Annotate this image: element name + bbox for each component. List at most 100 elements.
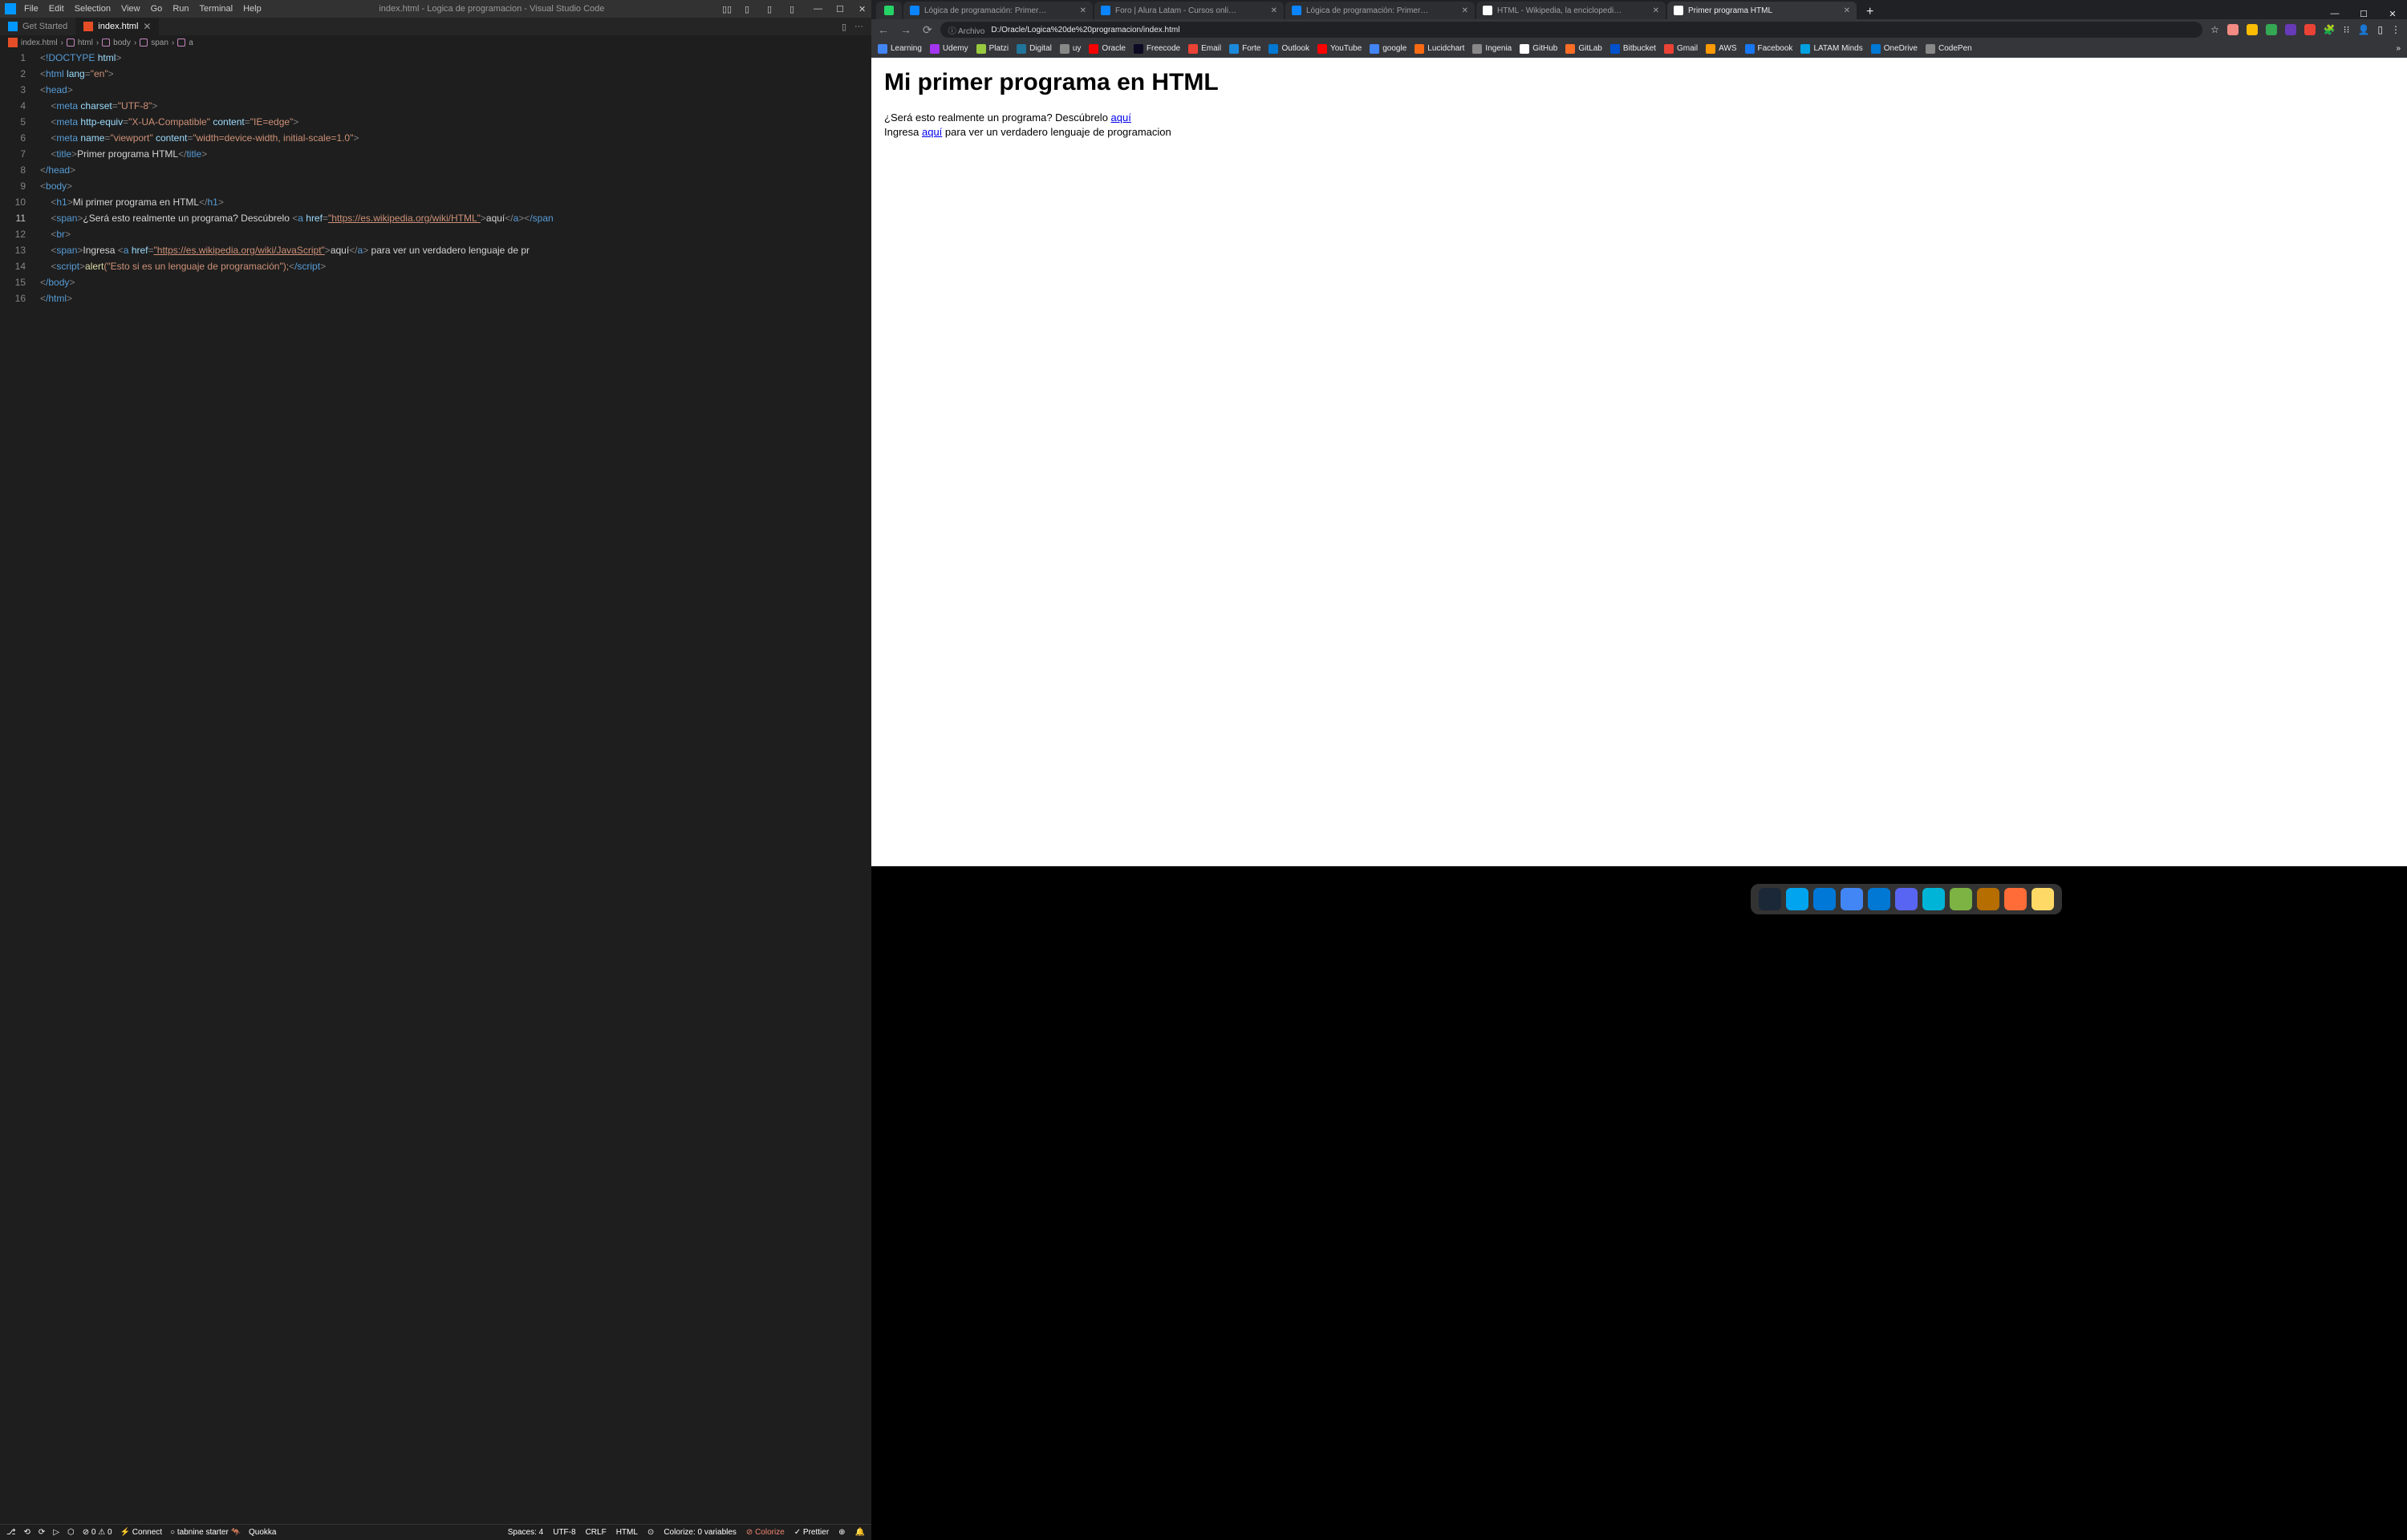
status-eol[interactable]: CRLF — [586, 1528, 607, 1537]
tab-close-icon[interactable]: ✕ — [143, 21, 151, 32]
menu-go[interactable]: Go — [151, 4, 163, 14]
tab-close-icon[interactable]: ✕ — [1653, 6, 1659, 15]
menu-edit[interactable]: Edit — [49, 4, 64, 14]
status-tabnine[interactable]: ○ tabnine starter 🦘 — [170, 1528, 241, 1537]
dock-app-icon[interactable] — [1759, 888, 1781, 910]
breadcrumb-item[interactable]: span — [151, 38, 168, 47]
menu-run[interactable]: Run — [173, 4, 189, 14]
bookmark-item[interactable]: Digital — [1017, 44, 1052, 54]
breadcrumb-item[interactable]: index.html — [21, 38, 58, 47]
tab-close-icon[interactable]: ✕ — [1844, 6, 1850, 15]
dock-app-icon[interactable] — [1922, 888, 1945, 910]
bookmark-item[interactable]: Outlook — [1268, 44, 1309, 54]
status-item[interactable]: ⊕ — [838, 1528, 845, 1537]
link-aqui-2[interactable]: aquí — [922, 126, 942, 138]
bookmark-item[interactable]: Bitbucket — [1610, 44, 1656, 54]
dock-app-icon[interactable] — [1868, 888, 1890, 910]
dock-app-icon[interactable] — [1813, 888, 1836, 910]
status-colorize-err[interactable]: ⊘ Colorize — [746, 1528, 785, 1537]
tab-get-started[interactable]: Get Started — [0, 18, 75, 35]
side-panel-icon[interactable]: ⁝⁝ — [2344, 24, 2350, 35]
breadcrumb-item[interactable]: a — [189, 38, 193, 47]
menu-terminal[interactable]: Terminal — [200, 4, 233, 14]
tab-alura-1[interactable]: Lógica de programación: Primer…✕ — [903, 2, 1093, 19]
status-prettier[interactable]: ✓ Prettier — [794, 1528, 829, 1537]
breadcrumb-item[interactable]: html — [78, 38, 93, 47]
status-item[interactable]: ⎇ — [6, 1528, 16, 1537]
link-aqui-1[interactable]: aquí — [1111, 111, 1131, 124]
menu-icon[interactable]: ⋮ — [2391, 24, 2401, 35]
bookmark-item[interactable]: uy — [1060, 44, 1082, 54]
status-problems[interactable]: ⊘ 0 ⚠ 0 — [83, 1528, 112, 1537]
dock-app-icon[interactable] — [1977, 888, 1999, 910]
code-content[interactable]: <!DOCTYPE html> <html lang="en"> <head> … — [40, 50, 871, 1524]
profile-icon[interactable]: 👤 — [2357, 24, 2369, 35]
dock-app-icon[interactable] — [2032, 888, 2054, 910]
reload-icon[interactable]: ⟳ — [923, 23, 932, 37]
menu-file[interactable]: File — [24, 4, 39, 14]
status-colorize[interactable]: Colorize: 0 variables — [664, 1528, 737, 1537]
status-item[interactable]: ▷ — [53, 1528, 59, 1537]
menu-selection[interactable]: Selection — [75, 4, 111, 14]
status-item[interactable]: ⊙ — [647, 1528, 654, 1537]
status-item[interactable]: ⟲ — [24, 1528, 30, 1537]
bookmark-item[interactable]: Oracle — [1089, 44, 1125, 54]
status-bell-icon[interactable]: 🔔 — [855, 1528, 865, 1537]
layout-icon[interactable]: ▯ — [767, 4, 775, 14]
tab-alura-2[interactable]: Lógica de programación: Primer…✕ — [1285, 2, 1475, 19]
dock-app-icon[interactable] — [1786, 888, 1808, 910]
bookmark-item[interactable]: CodePen — [1926, 44, 1972, 54]
bookmark-item[interactable]: AWS — [1706, 44, 1736, 54]
code-editor[interactable]: 12345678910111213141516 <!DOCTYPE html> … — [0, 50, 871, 1524]
tab-primer-programa[interactable]: Primer programa HTML✕ — [1667, 2, 1857, 19]
maximize-icon[interactable]: ☐ — [2349, 9, 2378, 19]
bookmark-item[interactable]: google — [1370, 44, 1406, 54]
maximize-icon[interactable]: ☐ — [836, 4, 844, 14]
bookmark-item[interactable]: LATAM Minds — [1800, 44, 1862, 54]
layout-icon[interactable]: ▯▯ — [722, 4, 730, 14]
panel-icon[interactable]: ▯ — [2377, 24, 2383, 35]
bookmark-item[interactable]: Lucidchart — [1415, 44, 1464, 54]
dock-app-icon[interactable] — [1841, 888, 1863, 910]
bookmark-item[interactable]: Freecode — [1134, 44, 1180, 54]
tab-index-html[interactable]: index.html ✕ — [75, 18, 159, 35]
extension-icon[interactable] — [2266, 24, 2277, 35]
layout-icon[interactable]: ▯ — [745, 4, 753, 14]
dock-app-icon[interactable] — [1895, 888, 1918, 910]
extension-icon[interactable] — [2247, 24, 2258, 35]
extension-icon[interactable] — [2227, 24, 2239, 35]
bookmark-item[interactable]: GitLab — [1565, 44, 1601, 54]
extensions-icon[interactable]: 🧩 — [2324, 24, 2336, 35]
new-tab-button[interactable]: + — [1858, 5, 1881, 19]
status-item[interactable]: ⟳ — [39, 1528, 45, 1537]
tab-wikipedia[interactable]: HTML - Wikipedia, la enciclopedi…✕ — [1476, 2, 1666, 19]
bookmark-item[interactable]: Ingenia — [1472, 44, 1512, 54]
site-info-icon[interactable]: ⓘ Archivo — [948, 24, 985, 36]
status-connect[interactable]: ⚡ Connect — [120, 1528, 162, 1537]
breadcrumb-item[interactable]: body — [113, 38, 131, 47]
menu-help[interactable]: Help — [243, 4, 262, 14]
status-item[interactable]: ⬡ — [67, 1528, 75, 1537]
close-icon[interactable]: ✕ — [858, 4, 867, 14]
tab-close-icon[interactable]: ✕ — [1462, 6, 1468, 15]
dock-app-icon[interactable] — [2004, 888, 2027, 910]
close-icon[interactable]: ✕ — [2378, 9, 2407, 19]
split-editor-icon[interactable]: ▯ — [842, 22, 846, 32]
bookmarks-overflow-icon[interactable]: » — [2396, 44, 2401, 53]
bookmark-star-icon[interactable]: ☆ — [2210, 24, 2219, 35]
back-icon[interactable]: ← — [878, 23, 889, 37]
extension-icon[interactable] — [2304, 24, 2316, 35]
bookmark-item[interactable]: GitHub — [1520, 44, 1557, 54]
minimize-icon[interactable]: — — [814, 4, 822, 14]
bookmark-item[interactable]: OneDrive — [1871, 44, 1918, 54]
bookmark-item[interactable]: Platzi — [976, 44, 1009, 54]
tab-alura-foro[interactable]: Foro | Alura Latam - Cursos onli…✕ — [1094, 2, 1284, 19]
tab-close-icon[interactable]: ✕ — [1271, 6, 1277, 15]
status-language[interactable]: HTML — [616, 1528, 638, 1537]
status-spaces[interactable]: Spaces: 4 — [508, 1528, 543, 1537]
bookmark-item[interactable]: Gmail — [1664, 44, 1698, 54]
forward-icon[interactable]: → — [900, 23, 911, 37]
bookmark-item[interactable]: Forte — [1229, 44, 1260, 54]
extension-icon[interactable] — [2285, 24, 2296, 35]
tab-close-icon[interactable]: ✕ — [1080, 6, 1086, 15]
